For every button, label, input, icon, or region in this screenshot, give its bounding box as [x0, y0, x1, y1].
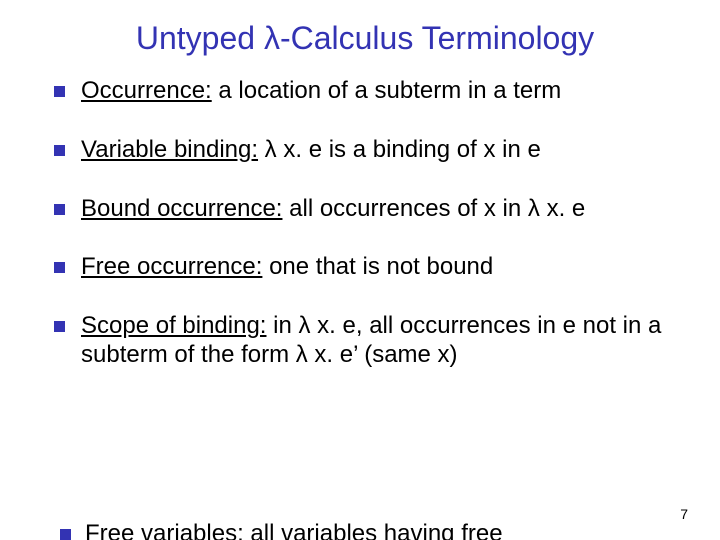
cutoff-item: Free variables: all variables having fre…	[60, 520, 503, 540]
definition: λ x. e is a binding of x in e	[258, 136, 541, 163]
list-item: Occurrence: a location of a subterm in a…	[54, 77, 680, 106]
term: Bound occurrence:	[81, 195, 282, 222]
definition: one that is not bound	[262, 253, 493, 280]
bullet-icon	[54, 204, 65, 215]
bullet-icon	[54, 145, 65, 156]
list-item: Scope of binding: in λ x. e, all occurre…	[54, 312, 680, 370]
item-text: Free occurrence: one that is not bound	[81, 253, 680, 282]
page-number: 7	[680, 506, 688, 522]
slide: Untyped λ-Calculus Terminology Occurrenc…	[0, 0, 720, 540]
item-text: Bound occurrence: all occurrences of x i…	[81, 195, 680, 224]
term: Free variables:	[85, 520, 244, 540]
bullet-list: Occurrence: a location of a subterm in a…	[50, 77, 680, 370]
definition: all variables having free	[244, 520, 503, 540]
definition: a location of a subterm in a term	[212, 77, 562, 104]
term: Occurrence:	[81, 77, 212, 104]
item-text: Occurrence: a location of a subterm in a…	[81, 77, 680, 106]
definition: all occurrences of x in λ x. e	[282, 195, 585, 222]
item-text: Variable binding: λ x. e is a binding of…	[81, 136, 680, 165]
term: Variable binding:	[81, 136, 258, 163]
list-item: Variable binding: λ x. e is a binding of…	[54, 136, 680, 165]
term: Free occurrence:	[81, 253, 262, 280]
list-item: Free occurrence: one that is not bound	[54, 253, 680, 282]
bullet-icon	[54, 321, 65, 332]
item-text: Scope of binding: in λ x. e, all occurre…	[81, 312, 680, 370]
bullet-icon	[54, 86, 65, 97]
slide-title: Untyped λ-Calculus Terminology	[50, 20, 680, 57]
bullet-icon	[60, 529, 71, 540]
term: Scope of binding:	[81, 312, 266, 339]
list-item: Bound occurrence: all occurrences of x i…	[54, 195, 680, 224]
bullet-icon	[54, 262, 65, 273]
